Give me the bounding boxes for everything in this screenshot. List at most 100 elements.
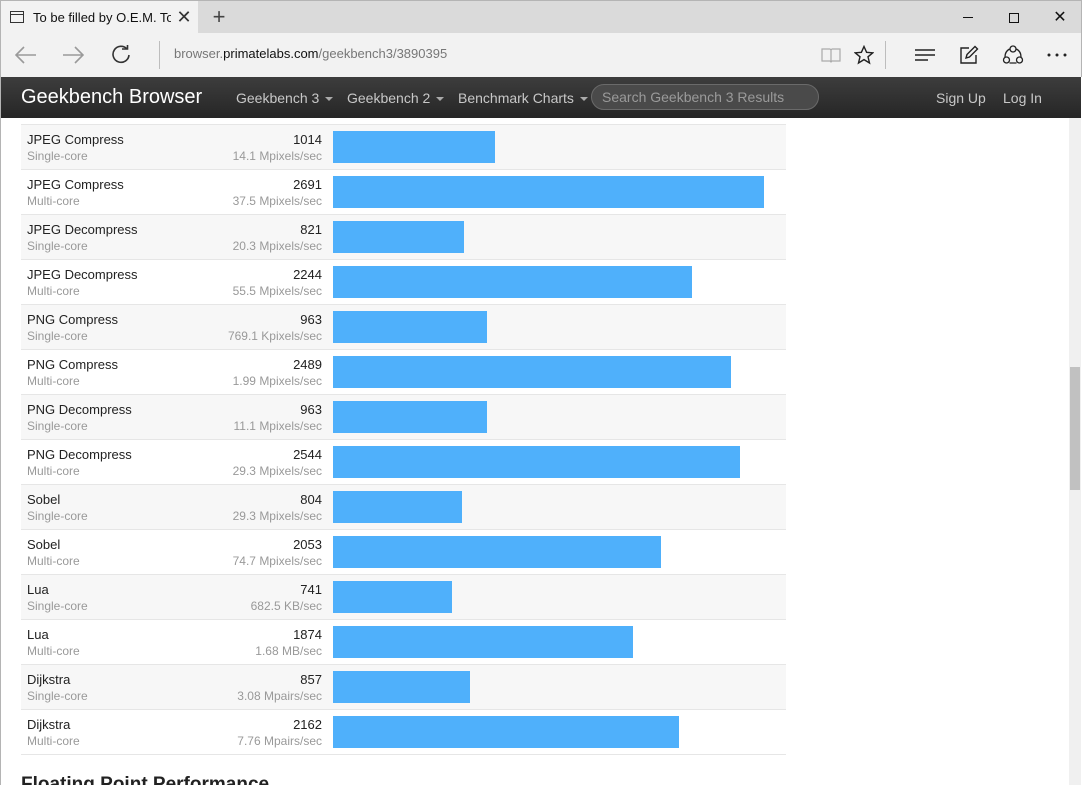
core-mode: Multi-core <box>27 284 80 298</box>
nav-geekbench-3-label: Geekbench 3 <box>236 90 320 106</box>
score-bar <box>333 356 731 388</box>
core-mode: Multi-core <box>27 464 80 478</box>
address-bar: browser.primatelabs.com/geekbench3/38903… <box>0 33 1082 77</box>
nav-geekbench-3[interactable]: Geekbench 3 <box>236 90 334 106</box>
throughput-value: 682.5 KB/sec <box>250 599 322 613</box>
benchmark-name: Dijkstra <box>27 672 71 687</box>
table-row[interactable]: PNG Decompress Multi-core 2544 29.3 Mpixels… <box>21 440 786 485</box>
throughput-value: 55.5 Mpixels/sec <box>232 284 322 298</box>
vertical-scrollbar[interactable] <box>1069 118 1081 785</box>
table-row[interactable]: JPEG Compress Multi-core 2691 37.5 Mpixels/… <box>21 170 786 215</box>
score-value: 821 <box>300 222 322 237</box>
refresh-icon[interactable] <box>106 40 136 70</box>
score-value: 1014 <box>293 132 322 147</box>
table-row[interactable]: Sobel Multi-core 2053 74.7 Mpixels/sec <box>21 530 786 575</box>
search-input[interactable] <box>591 84 819 110</box>
core-mode: Single-core <box>27 239 88 253</box>
maximize-icon <box>1009 12 1019 23</box>
score-bar <box>333 626 633 658</box>
site-header: Geekbench Browser Geekbench 3 Geekbench … <box>1 77 1081 118</box>
log-in-link[interactable]: Log In <box>1003 90 1042 106</box>
share-icon[interactable] <box>1000 42 1026 68</box>
table-row[interactable]: PNG Decompress Single-core 963 11.1 Mpixels… <box>21 395 786 440</box>
sign-up-link[interactable]: Sign Up <box>936 90 986 106</box>
score-value: 963 <box>300 402 322 417</box>
score-bar <box>333 221 464 253</box>
browser-tab[interactable]: To be filled by O.E.M. To ✕ <box>1 1 198 34</box>
score-value: 804 <box>300 492 322 507</box>
toolbar-separator <box>885 41 886 69</box>
title-bar: To be filled by O.E.M. To ✕ + ✕ <box>0 0 1082 34</box>
minimize-button[interactable] <box>945 1 991 34</box>
core-mode: Single-core <box>27 419 88 433</box>
nav-geekbench-2[interactable]: Geekbench 2 <box>347 90 445 106</box>
score-value: 2544 <box>293 447 322 462</box>
brand-logo[interactable]: Geekbench Browser <box>21 86 202 109</box>
score-bar <box>333 311 487 343</box>
benchmark-name: Lua <box>27 582 49 597</box>
core-mode: Multi-core <box>27 644 80 658</box>
caret-down-icon <box>579 97 588 102</box>
throughput-value: 20.3 Mpixels/sec <box>232 239 322 253</box>
score-bar <box>333 491 462 523</box>
minimize-icon <box>963 17 973 18</box>
tab-page-icon <box>10 11 24 23</box>
benchmark-name: PNG Decompress <box>27 447 132 462</box>
score-bar <box>333 266 692 298</box>
score-bar <box>333 671 470 703</box>
tab-title: To be filled by O.E.M. To <box>33 10 171 25</box>
table-row[interactable]: JPEG Decompress Single-core 821 20.3 Mpixel… <box>21 215 786 260</box>
star-icon[interactable] <box>851 42 877 68</box>
nav-benchmark-charts[interactable]: Benchmark Charts <box>458 90 588 106</box>
table-row[interactable]: Lua Multi-core 1874 1.68 MB/sec <box>21 620 786 665</box>
score-bar <box>333 716 679 748</box>
benchmark-name: Sobel <box>27 492 61 507</box>
back-arrow-icon[interactable] <box>11 40 41 70</box>
url-field[interactable]: browser.primatelabs.com/geekbench3/38903… <box>174 46 447 61</box>
new-tab-icon[interactable]: + <box>206 5 232 31</box>
throughput-value: 29.3 Mpixels/sec <box>232 509 322 523</box>
maximize-button[interactable] <box>991 1 1037 34</box>
caret-down-icon <box>325 97 334 102</box>
url-prefix: browser. <box>174 46 224 61</box>
address-separator <box>159 41 160 69</box>
table-row[interactable]: PNG Compress Multi-core 2489 1.99 Mpixels/s… <box>21 350 786 395</box>
benchmark-name: JPEG Decompress <box>27 267 138 282</box>
table-row[interactable]: JPEG Decompress Multi-core 2244 55.5 Mpixel… <box>21 260 786 305</box>
benchmark-name: PNG Compress <box>27 357 119 372</box>
table-row[interactable]: Lua Single-core 741 682.5 KB/sec <box>21 575 786 620</box>
hub-icon[interactable] <box>912 42 938 68</box>
score-bar <box>333 401 487 433</box>
more-icon[interactable] <box>1044 42 1070 68</box>
url-domain: primatelabs.com <box>223 46 319 61</box>
table-row[interactable]: Sobel Single-core 804 29.3 Mpixels/sec <box>21 485 786 530</box>
core-mode: Multi-core <box>27 734 80 748</box>
benchmark-name: PNG Compress <box>27 312 119 327</box>
reading-view-icon[interactable] <box>818 42 844 68</box>
throughput-value: 29.3 Mpixels/sec <box>232 464 322 478</box>
table-row[interactable]: PNG Compress Single-core 963 769.1 Kpixels/… <box>21 305 786 350</box>
tab-close-icon[interactable]: ✕ <box>175 6 193 28</box>
benchmark-name: JPEG Decompress <box>27 222 138 237</box>
score-value: 2244 <box>293 267 322 282</box>
score-bar <box>333 536 661 568</box>
table-row[interactable]: Dijkstra Single-core 857 3.08 Mpairs/sec <box>21 665 786 710</box>
core-mode: Single-core <box>27 599 88 613</box>
throughput-value: 7.76 Mpairs/sec <box>237 734 322 748</box>
score-value: 2489 <box>293 357 322 372</box>
scrollbar-thumb[interactable] <box>1070 367 1080 490</box>
throughput-value: 3.08 Mpairs/sec <box>237 689 322 703</box>
nav-benchmark-charts-label: Benchmark Charts <box>458 90 574 106</box>
benchmark-name: Sobel <box>27 537 61 552</box>
table-row[interactable]: Dijkstra Multi-core 2162 7.76 Mpairs/sec <box>21 710 786 755</box>
web-note-icon[interactable] <box>956 42 982 68</box>
throughput-value: 1.68 MB/sec <box>255 644 322 658</box>
close-window-button[interactable]: ✕ <box>1037 1 1082 34</box>
throughput-value: 37.5 Mpixels/sec <box>232 194 322 208</box>
table-row[interactable]: JPEG Compress Single-core 1014 14.1 Mpixels… <box>21 125 786 170</box>
url-path: /geekbench3/3890395 <box>318 46 448 61</box>
throughput-value: 74.7 Mpixels/sec <box>232 554 322 568</box>
forward-arrow-icon[interactable] <box>58 40 88 70</box>
core-mode: Multi-core <box>27 554 80 568</box>
nav-geekbench-2-label: Geekbench 2 <box>347 90 431 106</box>
